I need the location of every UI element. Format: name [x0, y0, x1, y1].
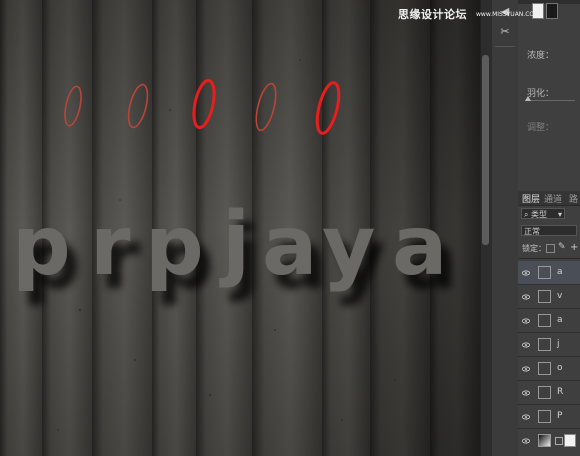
layer-name[interactable]: R	[557, 387, 563, 397]
lock-transparent-icon[interactable]	[546, 244, 555, 253]
layers-panel-tabs: 图层 通道 路	[518, 191, 580, 206]
layer-row[interactable]	[518, 429, 580, 453]
search-icon: ⌕	[524, 210, 529, 219]
eye-icon[interactable]	[522, 413, 530, 421]
chain-link-icon	[555, 437, 563, 445]
eye-icon[interactable]	[522, 341, 530, 349]
right-panels: 浓度： 羽化： 调整： 图层 通道 路 ⌕ 类型 ▾ 正常 锁定： ✎ + a	[518, 0, 580, 456]
tab-channels[interactable]: 通道	[544, 192, 562, 205]
layer-mask-thumbnail[interactable]	[564, 434, 576, 447]
layer-name[interactable]: j	[557, 339, 560, 349]
layer-name[interactable]: a	[557, 267, 563, 277]
filter-kind-label: 类型	[531, 210, 548, 219]
smart-object-thumbnail-icon	[538, 362, 551, 375]
collapsed-panel-strip: ◀ ✂	[492, 0, 519, 456]
feather-slider-knob[interactable]	[525, 96, 531, 101]
smart-object-thumbnail-icon	[538, 290, 551, 303]
lock-label: 锁定：	[522, 244, 546, 253]
eye-icon[interactable]	[522, 437, 530, 445]
lock-paint-icon[interactable]: ✎	[558, 242, 566, 252]
letter-5: y	[322, 199, 375, 294]
layers-list: a v a j o R P	[518, 258, 580, 456]
layer-name[interactable]: o	[557, 363, 563, 373]
layer-name[interactable]: a	[557, 315, 563, 325]
adjust-label: 调整：	[527, 123, 555, 133]
blend-mode-value: 正常	[524, 227, 540, 236]
strip-divider	[495, 46, 515, 47]
layer-row[interactable]: a	[518, 261, 580, 285]
tools-icon[interactable]: ✂	[497, 24, 513, 40]
layer-name[interactable]: P	[557, 411, 562, 421]
letter-4: a	[262, 199, 317, 294]
letter-0: p	[12, 199, 71, 294]
smart-object-thumbnail-icon	[538, 410, 551, 423]
feather-slider[interactable]	[525, 100, 575, 101]
gradient-adjustment-thumbnail-icon	[538, 434, 551, 447]
layer-row[interactable]: P	[518, 405, 580, 429]
layer-row[interactable]: R	[518, 381, 580, 405]
layer-filter-select[interactable]: ⌕ 类型 ▾	[521, 208, 565, 219]
photoshop-window: p r p j a y a ◀ ✂ 浓度： 羽化： 调整： 图层 通道 路 ⌕ …	[0, 0, 580, 456]
document-canvas[interactable]: p r p j a y a	[0, 0, 480, 456]
blend-mode-select[interactable]: 正常	[521, 225, 577, 236]
lock-position-icon[interactable]: +	[570, 242, 578, 253]
smart-object-thumbnail-icon	[538, 338, 551, 351]
letter-2: p	[145, 199, 204, 294]
scrollbar-thumb[interactable]	[482, 55, 489, 245]
canvas-artwork: p r p j a y a	[0, 0, 480, 456]
letter-3: j	[219, 195, 250, 290]
layer-row[interactable]: j	[518, 333, 580, 357]
eye-icon[interactable]	[522, 389, 530, 397]
letter-6: a	[392, 199, 447, 294]
vector-mask-thumbnail[interactable]	[546, 3, 558, 19]
letter-1: r	[90, 199, 131, 294]
feather-label: 羽化：	[527, 89, 555, 99]
site-watermark-url: www.MISSYUAN.COM	[476, 11, 540, 18]
layer-row[interactable]: v	[518, 285, 580, 309]
smart-object-thumbnail-icon	[538, 266, 551, 279]
site-watermark: 思缘设计论坛	[398, 8, 467, 21]
tab-paths[interactable]: 路	[569, 192, 578, 205]
smart-object-thumbnail-icon	[538, 386, 551, 399]
eye-icon[interactable]	[522, 269, 530, 277]
smart-object-thumbnail-icon	[538, 314, 551, 327]
chevron-down-icon: ▾	[557, 210, 562, 219]
density-label: 浓度：	[527, 51, 555, 61]
tab-layers[interactable]: 图层	[522, 192, 540, 205]
layer-row[interactable]: o	[518, 357, 580, 381]
layer-row[interactable]: a	[518, 309, 580, 333]
layer-name[interactable]: v	[557, 291, 562, 301]
eye-icon[interactable]	[522, 365, 530, 373]
eye-icon[interactable]	[522, 317, 530, 325]
eye-icon[interactable]	[522, 293, 530, 301]
